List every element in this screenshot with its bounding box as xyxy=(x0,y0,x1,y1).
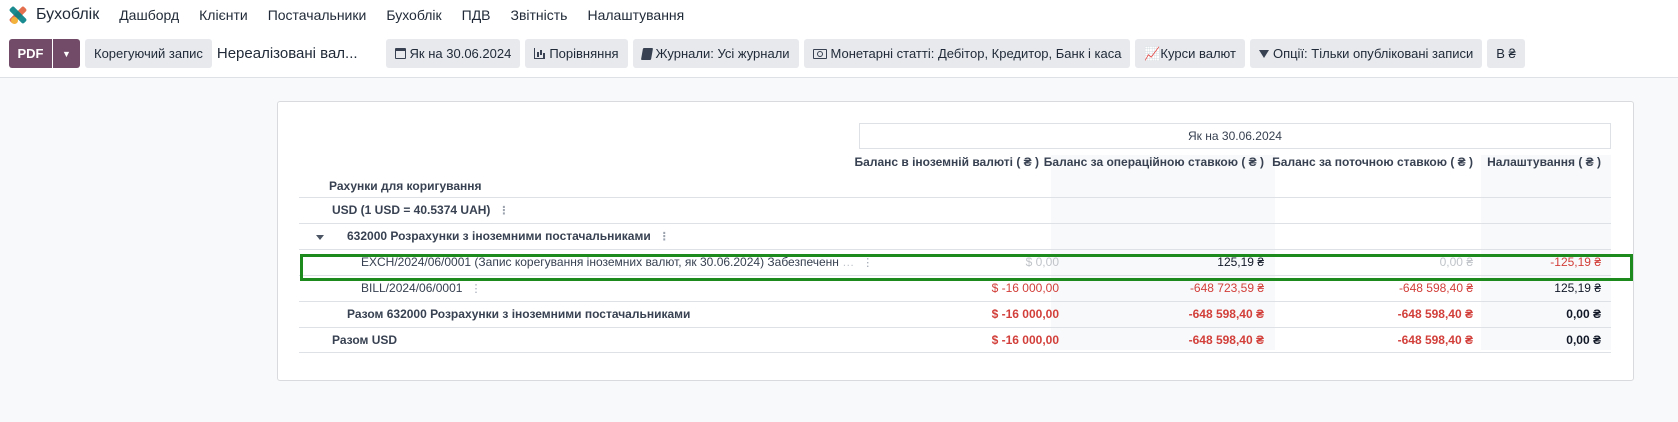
current-balance-cell: -648 598,40 ₴ xyxy=(1397,307,1473,321)
top-navbar: Бухоблік Дашборд Клієнти Постачальники Б… xyxy=(0,0,1678,30)
calendar-icon xyxy=(394,48,406,59)
foreign-balance-cell: $ -16 000,00 xyxy=(991,333,1059,347)
menu-customers[interactable]: Клієнти xyxy=(199,7,248,23)
current-balance-cell: -648 598,40 ₴ xyxy=(1397,333,1473,347)
row-label: USD (1 USD = 40.5374 UAH) ⋮ xyxy=(332,198,509,224)
caret-down-icon[interactable] xyxy=(316,235,324,240)
monetary-filter-label: Монетарні статті: Дебітор, Кредитор, Бан… xyxy=(830,46,1122,61)
report-title: Нереалізовані вал... xyxy=(216,45,358,62)
menu-accounting[interactable]: Бухоблік xyxy=(386,7,441,23)
date-filter-label: Як на 30.06.2024 xyxy=(409,46,512,61)
operation-balance-cell: -648 598,40 ₴ xyxy=(1188,307,1264,321)
options-filter-label: Опції: Тільки опубліковані записи xyxy=(1272,46,1474,61)
options-filter-button[interactable]: Опції: Тільки опубліковані записи xyxy=(1249,39,1483,68)
currency-filter-button[interactable]: В ₴ xyxy=(1487,39,1525,68)
operation-rate-header[interactable]: Баланс за операційною ставкою ( ₴ ) xyxy=(1044,155,1264,169)
menu-vat[interactable]: ПДВ xyxy=(462,7,491,23)
operation-balance-cell: -648 598,40 ₴ xyxy=(1188,333,1264,347)
exchange-rates-button[interactable]: 📈 Курси валют xyxy=(1135,39,1245,68)
app-title[interactable]: Бухоблік xyxy=(36,6,99,24)
comparison-filter-label: Порівняння xyxy=(549,46,619,61)
pdf-dropdown-button[interactable]: ▼ xyxy=(53,39,80,68)
options-dots-icon[interactable]: ⋮ xyxy=(659,225,670,250)
current-rate-header[interactable]: Баланс за поточною ставкою ( ₴ ) xyxy=(1272,155,1473,169)
date-filter-button[interactable]: Як на 30.06.2024 xyxy=(385,39,521,68)
menu-reporting[interactable]: Звітність xyxy=(511,7,568,23)
monetary-items-filter-button[interactable]: Монетарні статті: Дебітор, Кредитор, Бан… xyxy=(803,39,1131,68)
menu-configuration[interactable]: Налаштування xyxy=(587,7,684,23)
currency-total-row: Разом USD $ -16 000,00 -648 598,40 ₴ -64… xyxy=(299,327,1611,353)
comparison-filter-button[interactable]: Порівняння xyxy=(525,39,628,68)
caret-down-icon: ▼ xyxy=(62,48,71,59)
line-chart-icon: 📈 xyxy=(1144,45,1161,61)
accounts-header: Рахунки для коригування xyxy=(329,179,482,193)
account-row[interactable]: 632000 Розрахунки з іноземними постачаль… xyxy=(299,223,1611,249)
app-logo-icon[interactable] xyxy=(8,5,28,25)
options-dots-icon[interactable]: ⋮ xyxy=(498,199,509,224)
journals-filter-label: Журнали: Усі журнали xyxy=(655,46,790,61)
exchange-rates-label: Курси валют xyxy=(1160,46,1236,61)
currency-group-row[interactable]: USD (1 USD = 40.5374 UAH) ⋮ xyxy=(299,197,1611,223)
row-label: 632000 Розрахунки з іноземними постачаль… xyxy=(347,224,670,250)
foreign-balance-cell: $ -16 000,00 xyxy=(991,307,1059,321)
highlighted-row-outline xyxy=(300,254,1633,281)
menu-vendors[interactable]: Постачальники xyxy=(268,7,367,23)
money-icon xyxy=(812,48,827,59)
adjustment-entry-button[interactable]: Корегуючий запис xyxy=(85,39,212,68)
menu-dashboard[interactable]: Дашборд xyxy=(119,7,179,23)
row-label: Разом USD xyxy=(332,333,398,347)
filter-bar: Як на 30.06.2024 Порівняння Журнали: Усі… xyxy=(385,39,1525,68)
journals-filter-button[interactable]: Журнали: Усі журнали xyxy=(632,39,799,68)
adjustment-header[interactable]: Налаштування ( ₴ ) xyxy=(1487,155,1601,169)
pdf-button[interactable]: PDF xyxy=(9,39,52,68)
row-label: Разом 632000 Розрахунки з іноземними пос… xyxy=(347,307,691,321)
control-panel: PDF ▼ Корегуючий запис Нереалізовані вал… xyxy=(0,30,1678,78)
adjustment-cell: 0,00 ₴ xyxy=(1566,333,1601,347)
funnel-icon xyxy=(1258,49,1269,58)
adjustment-cell: 0,00 ₴ xyxy=(1566,307,1601,321)
foreign-balance-header[interactable]: Баланс в іноземній валюті ( ₴ ) xyxy=(855,155,1039,169)
account-total-row: Разом 632000 Розрахунки з іноземними пос… xyxy=(299,301,1611,327)
bar-chart-icon xyxy=(534,48,546,59)
period-header: Як на 30.06.2024 xyxy=(859,123,1611,149)
book-icon xyxy=(640,47,653,60)
